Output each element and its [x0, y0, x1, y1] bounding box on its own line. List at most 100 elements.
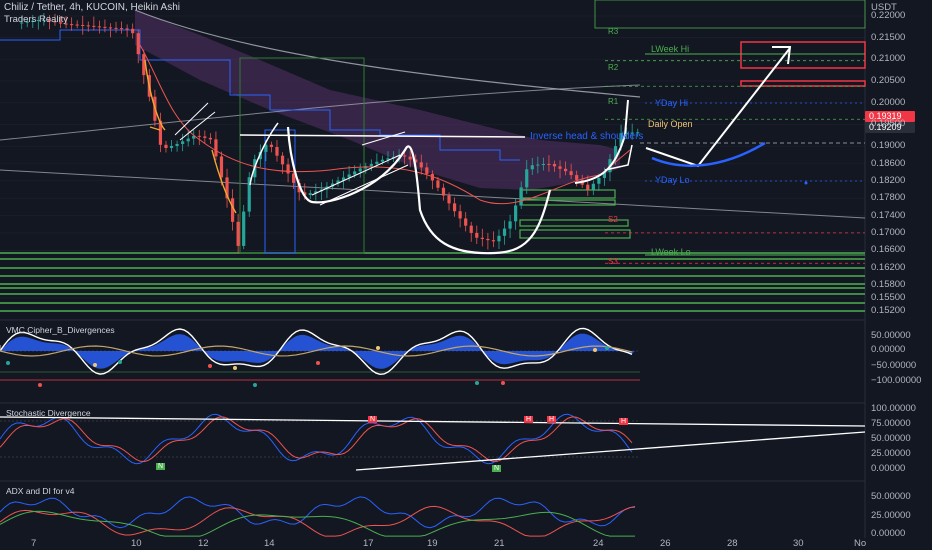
candle-body	[108, 27, 113, 29]
price-tick: 0.20000	[871, 96, 906, 108]
candle-body	[97, 26, 101, 28]
candle-body	[103, 26, 107, 28]
forecast-arrowhead	[772, 46, 792, 65]
x-tick: 30	[793, 538, 804, 549]
price-tick: 0.21000	[871, 53, 906, 65]
stoch-divergence-marker: H	[524, 416, 534, 423]
stoch-tick: 50.00000	[871, 433, 911, 444]
chart-canvas[interactable]	[0, 0, 932, 550]
vmc-dot	[233, 366, 237, 370]
candle-body	[197, 135, 201, 137]
candle-body	[380, 159, 385, 162]
vmc-pane-title[interactable]: VMC Cipher_B_Divergences	[6, 325, 115, 335]
vmc-dot	[6, 361, 10, 365]
candle-body	[136, 33, 140, 55]
candle-body	[541, 163, 545, 165]
vmc-tick: −100.00000	[871, 375, 922, 386]
stoch-divergence-marker: N	[368, 416, 378, 423]
level-r2: R2	[608, 63, 619, 72]
stoch-divergence-marker: N	[156, 463, 166, 470]
candle-body	[519, 187, 523, 206]
candle-body	[275, 147, 279, 156]
candle-body	[436, 180, 440, 188]
price-tick: 0.20500	[871, 75, 906, 87]
x-tick: 10	[131, 538, 142, 549]
level-lweek-lo: LWeek Lo	[651, 247, 691, 257]
candle-body	[269, 144, 274, 148]
x-tick: 17	[363, 538, 374, 549]
level-yday-hi: YDay Hi	[655, 98, 689, 108]
candle-body	[214, 139, 218, 157]
candle-body	[86, 25, 90, 27]
candle-body	[131, 28, 135, 34]
candle-body	[569, 171, 573, 176]
candle-body	[286, 164, 290, 174]
candle-body	[347, 174, 351, 178]
level-s2: S2	[608, 215, 618, 224]
candle-body	[203, 136, 207, 138]
stoch-pane-title[interactable]: Stochastic Divergence	[6, 408, 91, 418]
level-r3: R3	[608, 27, 619, 36]
candle-body	[219, 156, 224, 178]
candle-body	[452, 203, 457, 212]
price-tick: 0.16200	[871, 261, 906, 273]
stoch-tick: 25.00000	[871, 448, 911, 459]
adx-tick: 0.00000	[871, 528, 906, 539]
x-tick: 28	[727, 538, 738, 549]
demand-box-4	[519, 229, 631, 239]
price-tick: 0.15500	[871, 291, 906, 303]
candle-body	[458, 211, 462, 219]
candle-body	[491, 240, 496, 242]
supply-box-2	[740, 80, 866, 87]
vmc-tick: 0.00000	[871, 344, 906, 355]
candle-body	[375, 161, 379, 164]
candle-body	[441, 187, 446, 196]
adx-tick: 25.00000	[871, 510, 911, 521]
x-tick: 26	[660, 538, 671, 549]
candle-body	[280, 155, 285, 165]
candle-body	[403, 155, 407, 157]
vmc-dot	[501, 381, 505, 385]
price-tick: 0.18600	[871, 157, 906, 169]
candle-body	[497, 235, 501, 242]
candle-body	[408, 156, 412, 160]
adx-pane-title[interactable]: ADX and DI for v4	[6, 486, 75, 496]
candle-body	[92, 25, 96, 27]
stoch-tick: 0.00000	[871, 463, 906, 474]
candle-body	[125, 28, 129, 30]
candle-body	[508, 221, 512, 229]
candle-body	[480, 237, 484, 239]
price-tick: 0.15200	[871, 305, 906, 316]
candle-body	[242, 211, 246, 246]
vmc-dot	[93, 363, 97, 367]
candle-body	[547, 163, 551, 165]
pattern-annotation: Inverse head & shoulders	[530, 131, 644, 142]
candle-body	[486, 238, 490, 241]
candle-body	[369, 163, 373, 167]
price-tick: 0.19000	[871, 140, 906, 152]
candle-body	[514, 205, 518, 222]
candle-body	[552, 163, 557, 167]
price-tick: 0.17800	[871, 192, 906, 204]
stoch-tick: 100.00000	[871, 403, 916, 414]
vmc-dot	[118, 360, 122, 364]
vmc-dot	[316, 361, 320, 365]
vmc-tick: 50.00000	[871, 330, 911, 341]
price-tick: 0.17400	[871, 209, 906, 221]
candle-body	[186, 138, 190, 142]
blue-dot	[804, 181, 808, 185]
price-tick: 0.21500	[871, 31, 906, 43]
candle-body	[175, 143, 179, 146]
level-box-r3	[594, 0, 866, 29]
symbol-title[interactable]: Chiliz / Tether, 4h, KUCOIN, Heikin Ashi	[4, 2, 180, 13]
vmc-dot	[208, 364, 212, 368]
stoch-divergence-marker: H	[619, 418, 629, 425]
candle-body	[308, 193, 312, 195]
x-tick: 19	[427, 538, 438, 549]
stoch-divergence-marker: N	[492, 465, 502, 472]
level-lweek-hi: LWeek Hi	[651, 44, 690, 54]
adx-tick: 50.00000	[871, 491, 911, 502]
candle-body	[530, 165, 534, 170]
price-tick: 0.18200	[871, 174, 906, 186]
price-tick: 0.15800	[871, 278, 906, 290]
